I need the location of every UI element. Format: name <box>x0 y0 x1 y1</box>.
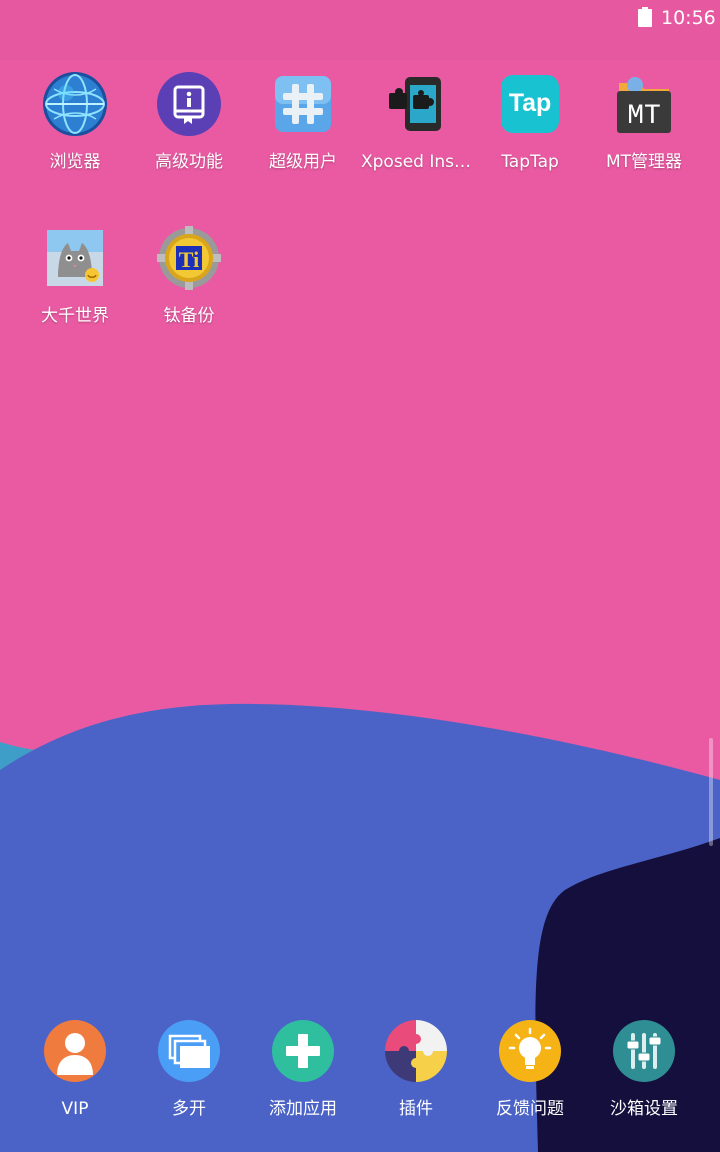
app-advanced-features[interactable]: 高级功能 <box>132 71 246 173</box>
titanium-backup-icon: Ti <box>157 226 221 290</box>
app-label: MT管理器 <box>605 152 683 172</box>
scroll-indicator <box>709 738 713 846</box>
mt-manager-icon: MT <box>617 77 671 133</box>
windows-stack-icon <box>158 1020 220 1082</box>
plus-icon <box>272 1020 334 1082</box>
app-taptap[interactable]: Tap TapTap <box>473 71 587 173</box>
app-label: Xposed Inst… <box>361 152 473 172</box>
dock-label: 多开 <box>172 1099 206 1119</box>
battery-icon <box>638 7 652 27</box>
app-browser[interactable]: 浏览器 <box>18 71 132 173</box>
dock-label: 插件 <box>399 1099 433 1119</box>
puzzle-icon <box>385 1020 447 1082</box>
app-xposed-installer[interactable]: Xposed Inst… <box>359 71 473 173</box>
dock-label: 添加应用 <box>269 1099 337 1119</box>
app-titanium-backup[interactable]: Ti 钛备份 <box>132 225 246 327</box>
app-superuser[interactable]: 超级用户 <box>246 71 360 173</box>
app-label: 超级用户 <box>269 152 337 172</box>
mt-icon-text: MT <box>627 101 661 132</box>
globe-icon <box>43 72 107 136</box>
dock-sandbox-settings[interactable]: 沙箱设置 <box>587 1019 701 1120</box>
app-label: 浏览器 <box>49 152 101 172</box>
dock-label: VIP <box>61 1099 89 1119</box>
dock-add-app[interactable]: 添加应用 <box>246 1019 360 1120</box>
user-icon <box>44 1020 106 1082</box>
app-label: 大千世界 <box>41 306 109 326</box>
status-bar: 10:56 <box>0 0 720 36</box>
dock-multi-open[interactable]: 多开 <box>132 1019 246 1120</box>
app-mt-manager[interactable]: MT MT管理器 <box>587 71 701 173</box>
app-label: TapTap <box>501 152 559 172</box>
dock-label: 沙箱设置 <box>610 1099 678 1119</box>
dock-feedback[interactable]: 反馈问题 <box>473 1019 587 1120</box>
clock: 10:56 <box>661 7 716 29</box>
lightbulb-icon <box>499 1020 561 1082</box>
dock-vip[interactable]: VIP <box>18 1019 132 1120</box>
cat-photo-icon <box>47 230 103 286</box>
xposed-puzzle-icon <box>389 77 441 131</box>
taptap-icon-text: Tap <box>509 89 552 117</box>
info-book-icon <box>157 72 221 136</box>
sliders-icon <box>613 1020 675 1082</box>
hash-icon <box>275 76 331 132</box>
app-big-world[interactable]: 大千世界 <box>18 225 132 327</box>
app-label: 钛备份 <box>163 306 215 326</box>
app-label: 高级功能 <box>155 152 223 172</box>
dock-plugins[interactable]: 插件 <box>359 1019 473 1120</box>
taptap-icon: Tap <box>501 75 559 133</box>
dock-label: 反馈问题 <box>496 1099 564 1119</box>
titanium-icon-text: Ti <box>179 247 199 272</box>
